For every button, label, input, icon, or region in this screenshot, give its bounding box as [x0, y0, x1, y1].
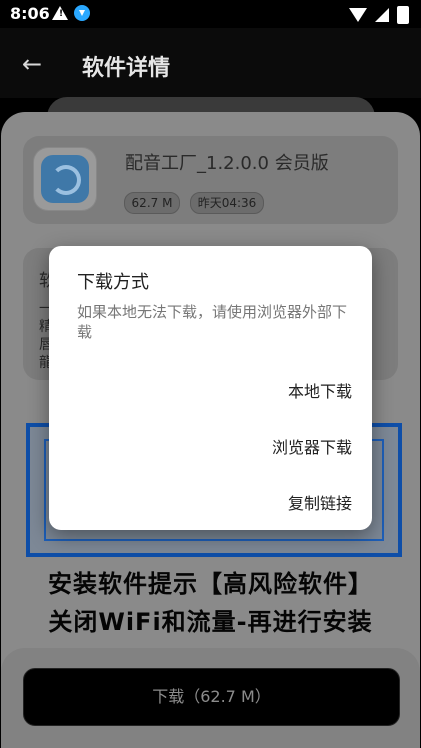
- banner-line-1: 安装软件提示【高风险软件】: [48, 570, 373, 598]
- app-name: 配音工厂_1.2.0.0 会员版: [125, 153, 329, 174]
- local-download-option[interactable]: 本地下载: [288, 378, 352, 402]
- page-title: 软件详情: [82, 56, 171, 81]
- app-icon: [34, 148, 96, 210]
- status-bar: 8:06 !: [0, 0, 421, 28]
- battery-icon: [397, 6, 409, 24]
- warning-icon: !: [52, 6, 68, 20]
- download-notification-icon: [74, 5, 90, 21]
- copy-link-option[interactable]: 复制链接: [288, 490, 352, 514]
- clock: 8:06: [10, 4, 50, 23]
- date-badge: 昨天04:36: [190, 192, 264, 214]
- back-arrow-icon[interactable]: ←: [22, 50, 42, 78]
- download-method-dialog: 下载方式 如果本地无法下载，请使用浏览器外部下载 本地下载 浏览器下载 复制链接: [49, 246, 372, 530]
- cell-signal-icon: [375, 8, 389, 22]
- banner-line-2: 关闭WiFi和流量-再进行安装: [48, 608, 373, 636]
- size-badge: 62.7 M: [124, 192, 180, 214]
- dialog-message: 如果本地无法下载，请使用浏览器外部下载: [77, 303, 348, 341]
- app-bar: ← 软件详情: [0, 28, 421, 98]
- dialog-title: 下载方式: [77, 272, 149, 293]
- wifi-icon: [349, 8, 367, 22]
- download-button[interactable]: 下载（62.7 M）: [23, 668, 400, 726]
- browser-download-option[interactable]: 浏览器下载: [272, 434, 352, 458]
